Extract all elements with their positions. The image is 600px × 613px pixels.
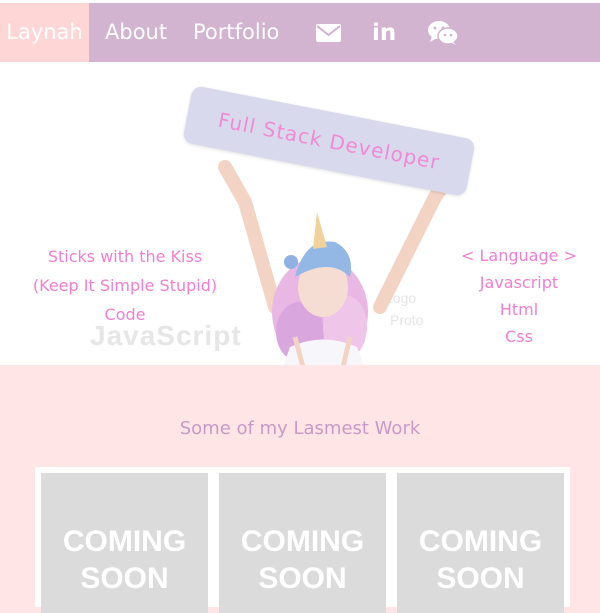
tagline-line: Sticks with the Kiss	[47, 247, 203, 266]
card-text-line: SOON	[436, 562, 525, 595]
card-placeholder-text: COMING SOON	[219, 523, 386, 597]
language-item: Html	[499, 300, 539, 319]
work-section-title: Some of my Lasmest Work	[179, 418, 421, 439]
card-placeholder-text: COMING SOON	[397, 523, 564, 597]
linkedin-icon[interactable]: in	[372, 20, 398, 46]
nav-link-portfolio[interactable]: Portfolio	[193, 3, 279, 62]
language-item: Javascript	[479, 273, 559, 292]
hero-section: JavaScript Logo Proto Full Stack Develop…	[0, 62, 600, 365]
work-card[interactable]: COMING SOON	[397, 473, 564, 613]
work-card[interactable]: COMING SOON	[41, 473, 208, 613]
mail-icon[interactable]	[315, 20, 342, 46]
brand-link[interactable]: Laynah	[0, 3, 89, 62]
work-cards: COMING SOON COMING SOON COMING SOON	[35, 467, 570, 613]
nav-link-about[interactable]: About	[105, 3, 167, 62]
card-text-line: COMING	[418, 525, 543, 558]
hero-tagline: Sticks with the Kiss (Keep It Simple Stu…	[0, 242, 250, 329]
work-card[interactable]: COMING SOON	[219, 473, 386, 613]
tagline-line: Code	[104, 305, 146, 324]
wechat-icon[interactable]	[427, 20, 459, 46]
top-nav: Laynah About Portfolio in	[0, 0, 600, 62]
linkedin-glyph: in	[372, 20, 397, 46]
card-text-line: COMING	[62, 525, 187, 558]
card-text-line: SOON	[258, 562, 347, 595]
languages-heading: < Language >	[461, 246, 577, 265]
language-item: Css	[505, 327, 533, 346]
card-placeholder-text: COMING SOON	[41, 523, 208, 597]
card-text-line: COMING	[240, 525, 365, 558]
tagline-line: (Keep It Simple Stupid)	[32, 276, 218, 295]
hero-languages: < Language > Javascript Html Css	[445, 242, 593, 350]
card-text-line: SOON	[80, 562, 169, 595]
